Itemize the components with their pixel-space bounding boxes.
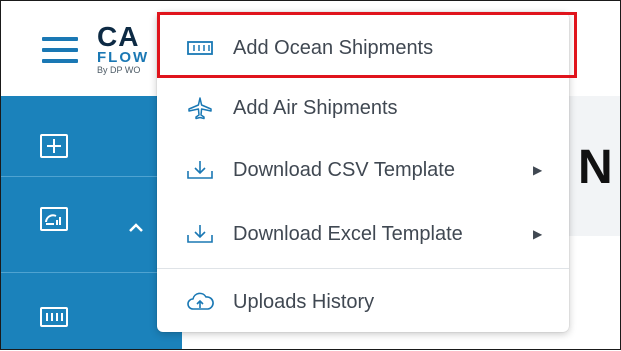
menu-item-add-air-shipments[interactable]: Add Air Shipments bbox=[157, 78, 569, 138]
menu-divider bbox=[157, 268, 569, 269]
page-heading-partial: N bbox=[578, 141, 613, 194]
add-box-icon bbox=[40, 134, 68, 158]
download-icon bbox=[183, 222, 217, 246]
cloud-upload-icon bbox=[183, 290, 217, 314]
sidebar-item-dashboard[interactable] bbox=[0, 176, 182, 257]
sidebar-item-shipments[interactable] bbox=[0, 272, 182, 351]
menu-item-label: Add Air Shipments bbox=[233, 96, 398, 119]
container-icon bbox=[40, 307, 68, 327]
chevron-up-icon[interactable] bbox=[128, 217, 144, 238]
sidebar bbox=[0, 96, 182, 350]
airplane-icon bbox=[183, 96, 217, 120]
submenu-arrow-icon: ▶ bbox=[533, 163, 543, 177]
menu-item-label: Download Excel Template bbox=[233, 222, 463, 245]
hamburger-menu-icon[interactable] bbox=[42, 37, 78, 63]
menu-item-label: Uploads History bbox=[233, 290, 375, 313]
download-icon bbox=[183, 158, 217, 182]
highlight-box bbox=[157, 12, 577, 78]
menu-item-label: Download CSV Template bbox=[233, 158, 455, 181]
sidebar-item-add[interactable] bbox=[0, 96, 182, 176]
submenu-arrow-icon: ▶ bbox=[533, 227, 543, 241]
menu-item-download-csv-template[interactable]: Download CSV Template ▶ bbox=[157, 140, 569, 200]
menu-item-uploads-history[interactable]: Uploads History bbox=[157, 272, 569, 332]
menu-item-download-excel-template[interactable]: Download Excel Template ▶ bbox=[157, 204, 569, 264]
dashboard-icon bbox=[40, 207, 68, 231]
